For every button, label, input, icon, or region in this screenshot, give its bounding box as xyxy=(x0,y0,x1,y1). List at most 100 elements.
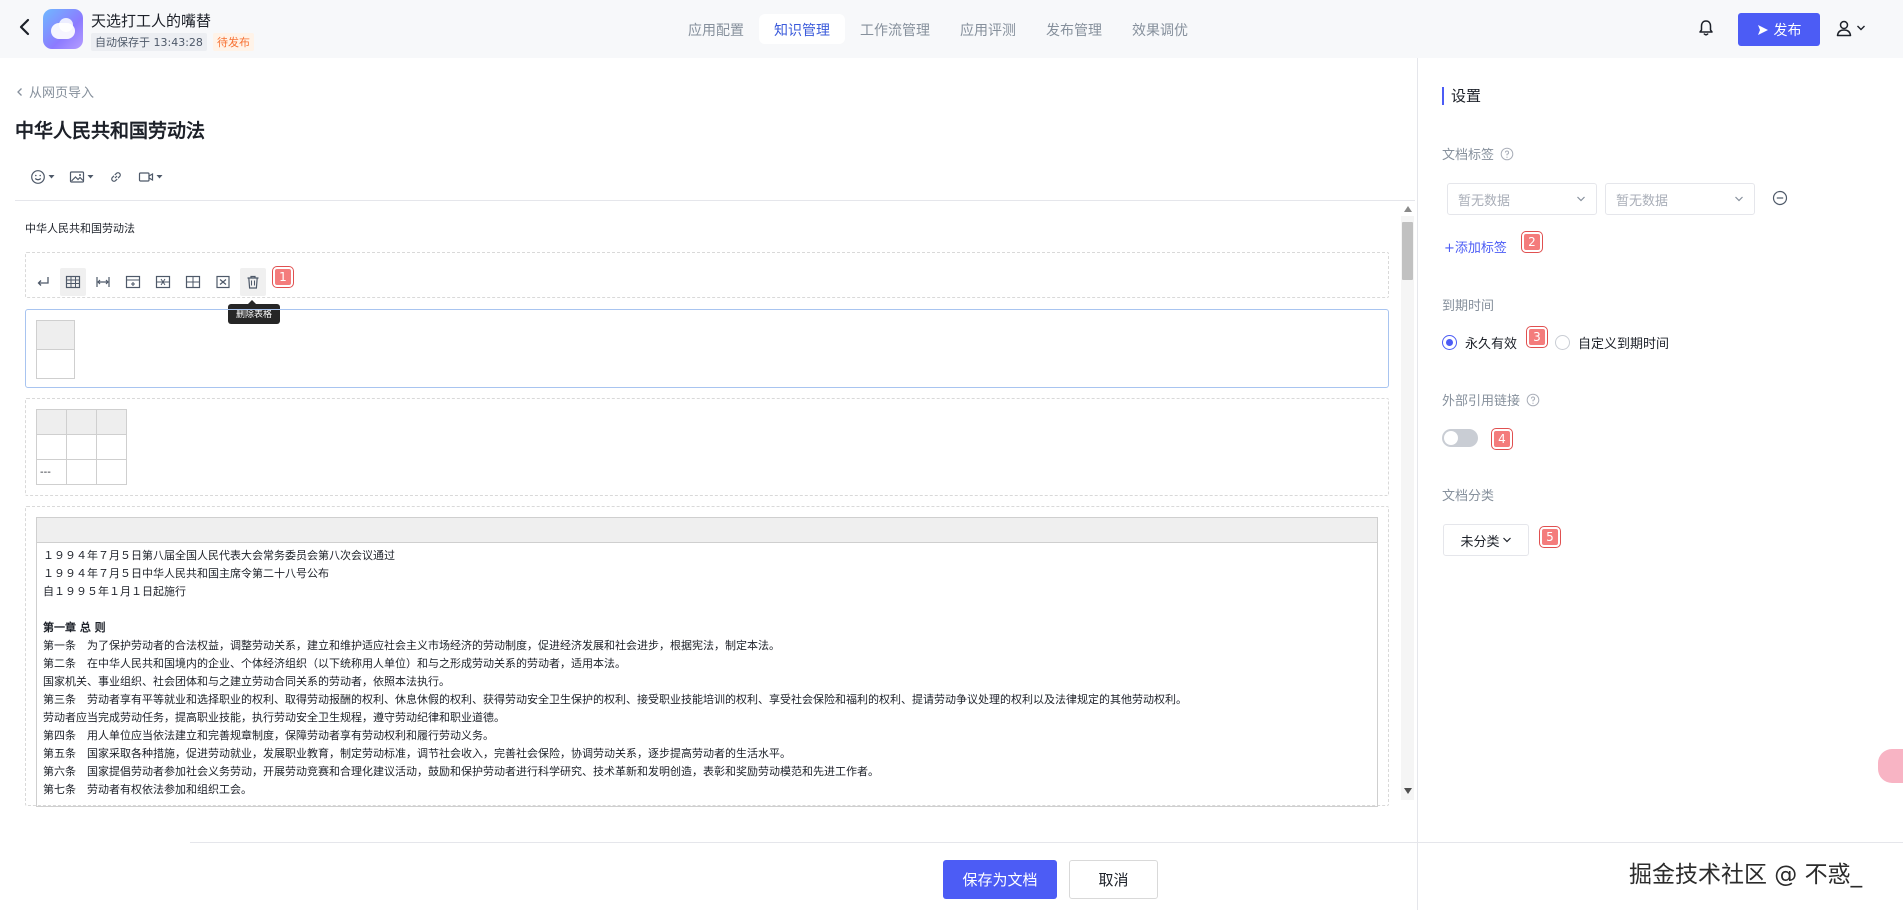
law-text-table[interactable]: １９９４年７月５日第八届全国人民代表大会常务委员会第八次会议通过 １９９４年７月… xyxy=(36,517,1378,807)
delete-table-button[interactable] xyxy=(240,268,266,296)
table-cell[interactable] xyxy=(96,434,127,460)
expire-label-text: 到期时间 xyxy=(1442,299,1495,314)
expire-radio-group: 永久有效 自定义到期时间 xyxy=(1442,333,1669,352)
column-width-button[interactable] xyxy=(90,268,116,296)
breadcrumb[interactable]: 从网页导入 xyxy=(15,82,94,101)
table-cell[interactable] xyxy=(96,459,127,485)
category-value: 未分类 xyxy=(1460,534,1500,550)
enter-icon xyxy=(37,277,49,286)
external-link-toggle[interactable] xyxy=(1442,429,1478,447)
table-cell[interactable] xyxy=(36,434,67,460)
editor-toolbar xyxy=(30,166,163,188)
insert-column-icon xyxy=(185,275,201,289)
table-cell[interactable] xyxy=(36,409,67,435)
article-line: 第一条 为了保护劳动者的合法权益，调整劳动关系，建立和维护适应社会主义市场经济的… xyxy=(43,639,780,652)
annotation-marker-4: 4 xyxy=(1492,429,1512,449)
table-cell[interactable] xyxy=(66,434,97,460)
footer-divider xyxy=(190,842,1903,843)
table-cell[interactable] xyxy=(66,409,97,435)
save-as-document-button[interactable]: 保存为文档 xyxy=(943,860,1057,899)
scroll-up-icon[interactable] xyxy=(1404,206,1412,212)
emoji-button[interactable] xyxy=(30,169,55,185)
tab-workflow[interactable]: 工作流管理 xyxy=(845,14,945,44)
video-icon xyxy=(138,172,154,182)
article-line: 第四条 用人单位应当依法建立和完善规章制度，保障劳动者享有劳动权利和履行劳动义务… xyxy=(43,729,494,742)
table-cell[interactable] xyxy=(96,409,127,435)
scroll-down-icon[interactable] xyxy=(1404,788,1412,794)
table-header-row[interactable] xyxy=(37,518,1377,543)
tag-select-1[interactable]: 暂无数据 xyxy=(1447,183,1597,215)
floating-assistant-widget[interactable] xyxy=(1878,749,1903,783)
table-enter-button[interactable] xyxy=(30,268,56,296)
tab-knowledge[interactable]: 知识管理 xyxy=(759,14,845,44)
help-circle-icon[interactable] xyxy=(1526,393,1540,407)
article-line: 第二条 在中华人民共和国境内的企业、个体经济组织（以下统称用人单位）和与之形成劳… xyxy=(43,657,626,670)
table-1x2[interactable] xyxy=(36,320,75,379)
table-3x3[interactable]: --- xyxy=(36,409,127,485)
table-icon xyxy=(65,275,81,289)
text-line: 自１９９５年１月１日起施行 xyxy=(43,585,186,598)
back-arrow-icon[interactable] xyxy=(14,16,36,38)
table-cell[interactable] xyxy=(36,320,75,350)
insert-link-button[interactable] xyxy=(108,169,124,185)
annotation-marker-1: 1 xyxy=(273,267,293,287)
link-icon xyxy=(111,172,121,182)
tab-tuning[interactable]: 效果调优 xyxy=(1117,14,1203,44)
chevron-down-icon xyxy=(1577,196,1585,202)
app-logo xyxy=(43,9,83,49)
external-link-label-text: 外部引用链接 xyxy=(1442,394,1521,409)
table-props-button[interactable] xyxy=(60,268,86,296)
insert-column-button[interactable] xyxy=(180,268,206,296)
expire-label: 到期时间 xyxy=(1442,295,1494,314)
user-icon[interactable] xyxy=(1834,18,1854,38)
category-select[interactable]: 未分类 xyxy=(1443,524,1529,556)
delete-row-icon xyxy=(155,275,171,289)
scrollbar-thumb[interactable] xyxy=(1402,222,1413,280)
main-tabs: 应用配置 知识管理 工作流管理 应用评测 发布管理 效果调优 xyxy=(673,14,1203,44)
insert-row-button[interactable] xyxy=(120,268,146,296)
article-line: 第三条 劳动者享有平等就业和选择职业的权利、取得劳动报酬的权利、休息休假的权利、… xyxy=(43,693,1187,706)
external-link-label: 外部引用链接 xyxy=(1442,390,1540,409)
help-circle-icon[interactable] xyxy=(1500,147,1514,161)
chevron-down-icon xyxy=(1735,196,1743,202)
article-line: 第六条 国家提倡劳动者参加社会义务劳动，开展劳动竞赛和合理化建议活动，鼓励和保护… xyxy=(43,765,879,778)
text-line: １９９４年７月５日第八届全国人民代表大会常务委员会第八次会议通过 xyxy=(43,549,395,562)
chevron-down-icon[interactable] xyxy=(1856,23,1866,33)
table-cell[interactable] xyxy=(66,459,97,485)
insert-image-button[interactable] xyxy=(69,169,94,185)
remove-tag-icon[interactable] xyxy=(1772,190,1788,206)
chevron-left-icon xyxy=(17,87,22,96)
watermark-text: 掘金技术社区 @ 不惑_ xyxy=(1629,862,1863,888)
article-line: 国家机关、事业组织、社会团体和与之建立劳动合同关系的劳动者，依照本法执行。 xyxy=(43,675,450,688)
tab-app-config[interactable]: 应用配置 xyxy=(673,14,759,44)
radio-custom[interactable] xyxy=(1555,335,1571,350)
editor-scrollbar[interactable] xyxy=(1401,216,1414,800)
cancel-button[interactable]: 取消 xyxy=(1069,860,1158,899)
caret-down-icon xyxy=(156,175,163,179)
article-line: 第五条 国家采取各种措施，促进劳动就业，发展职业教育，制定劳动标准，调节社会收入… xyxy=(43,747,791,760)
table-cell[interactable]: --- xyxy=(36,459,67,485)
tab-publish-manage[interactable]: 发布管理 xyxy=(1031,14,1117,44)
tag-select-2[interactable]: 暂无数据 xyxy=(1605,183,1755,215)
doc-tag-label-text: 文档标签 xyxy=(1442,148,1495,163)
bell-icon[interactable] xyxy=(1696,18,1716,38)
article-line: 第七条 劳动者有权依法参加和组织工会。 xyxy=(43,783,252,796)
add-tag-link[interactable]: +添加标签 xyxy=(1444,237,1507,256)
table-toolbar xyxy=(30,268,266,296)
tab-evaluation[interactable]: 应用评测 xyxy=(945,14,1031,44)
delete-row-button[interactable] xyxy=(150,268,176,296)
annotation-marker-2: 2 xyxy=(1522,232,1542,252)
law-text-body[interactable]: １９９４年７月５日第八届全国人民代表大会常务委员会第八次会议通过 １９９４年７月… xyxy=(37,543,1377,803)
radio-custom-label[interactable]: 自定义到期时间 xyxy=(1578,333,1669,352)
table-block[interactable] xyxy=(25,398,1389,496)
table-cell[interactable] xyxy=(36,349,75,379)
radio-permanent[interactable] xyxy=(1442,335,1457,350)
delete-cell-button[interactable] xyxy=(210,268,236,296)
doc-tag-label: 文档标签 xyxy=(1442,144,1514,163)
selected-table-block[interactable] xyxy=(25,309,1389,388)
publish-button[interactable]: 发布 xyxy=(1738,13,1820,46)
radio-permanent-label[interactable]: 永久有效 xyxy=(1465,333,1517,352)
insert-video-button[interactable] xyxy=(138,169,163,185)
tag-select-2-value: 暂无数据 xyxy=(1616,193,1669,209)
caret-down-icon xyxy=(48,175,55,179)
